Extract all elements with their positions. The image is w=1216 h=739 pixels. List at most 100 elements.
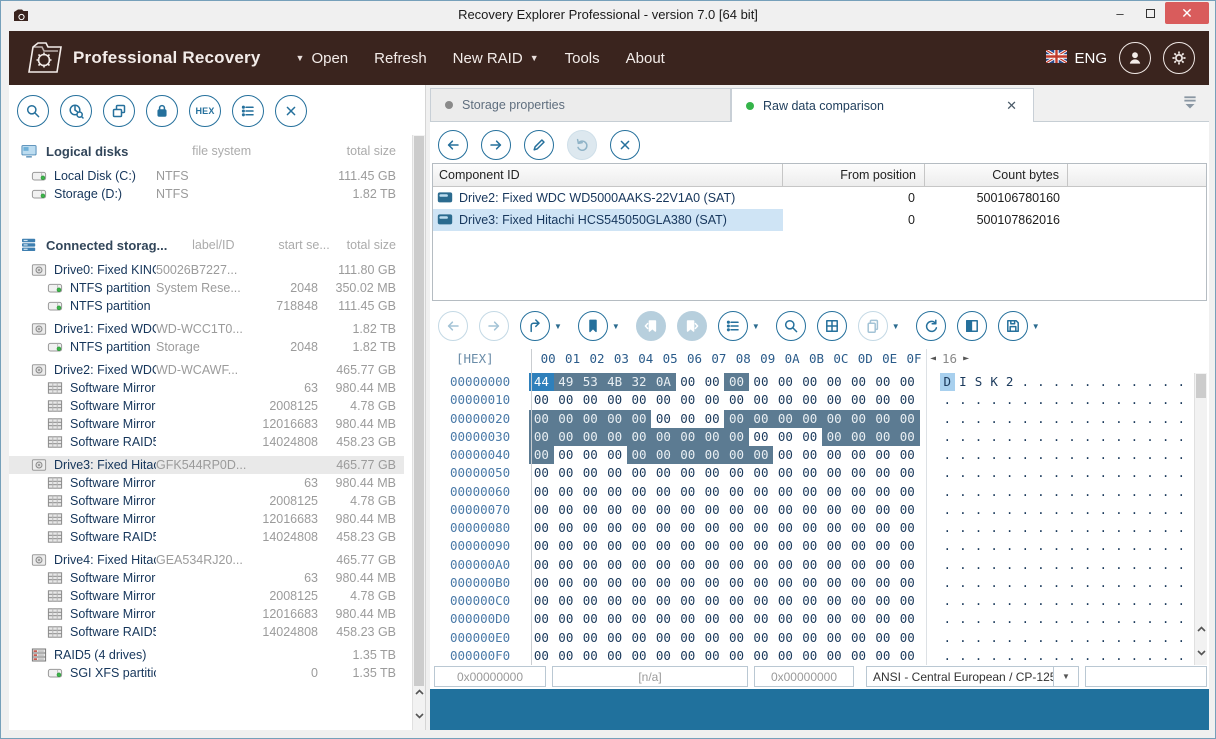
hex-byte[interactable]: 00: [529, 391, 553, 409]
hex-search-button[interactable]: [776, 311, 806, 341]
hex-byte[interactable]: 00: [822, 574, 846, 592]
hex-byte[interactable]: 00: [724, 537, 748, 555]
hex-byte[interactable]: 0A: [651, 373, 675, 391]
hex-byte[interactable]: 00: [749, 647, 773, 665]
hex-ascii-text[interactable]: ................: [940, 556, 1190, 574]
hex-byte[interactable]: 00: [627, 410, 651, 428]
comparison-edit-button[interactable]: [524, 130, 554, 160]
hex-byte[interactable]: 00: [554, 647, 578, 665]
hex-byte[interactable]: 00: [529, 501, 553, 519]
hex-ascii-text[interactable]: DISK2...........: [940, 373, 1190, 391]
tree-row[interactable]: Software Mirror (E...63980.44 MB: [9, 474, 404, 492]
hex-ascii-text[interactable]: ................: [940, 464, 1190, 482]
tab-list-icon[interactable]: [1181, 95, 1199, 111]
hex-view-options-button[interactable]: [718, 311, 748, 341]
hex-byte[interactable]: 00: [554, 464, 578, 482]
hex-byte[interactable]: 00: [602, 519, 626, 537]
hex-byte[interactable]: 00: [529, 428, 553, 446]
hex-byte[interactable]: 00: [846, 629, 870, 647]
column-header-component-id[interactable]: Component ID: [433, 164, 783, 186]
hex-byte[interactable]: 00: [749, 610, 773, 628]
pager-prev-icon[interactable]: ◄: [930, 353, 936, 364]
hex-byte[interactable]: 00: [871, 610, 895, 628]
hex-byte[interactable]: 00: [627, 446, 651, 464]
scrollbar-thumb[interactable]: [414, 136, 424, 686]
sidebar-lock-button[interactable]: [146, 95, 178, 127]
hex-bookmark-dropdown-caret-icon[interactable]: ▼: [608, 322, 625, 331]
hex-byte[interactable]: 00: [627, 556, 651, 574]
scroll-up-icon[interactable]: [413, 684, 425, 700]
hex-byte[interactable]: 00: [700, 610, 724, 628]
hex-byte[interactable]: 00: [798, 629, 822, 647]
hex-byte[interactable]: 00: [895, 574, 919, 592]
comparison-back-button[interactable]: [438, 130, 468, 160]
hex-byte[interactable]: 00: [651, 410, 675, 428]
hex-ascii-text[interactable]: ................: [940, 537, 1190, 555]
hex-byte[interactable]: 00: [602, 647, 626, 665]
hex-byte[interactable]: 00: [602, 556, 626, 574]
hex-byte[interactable]: 00: [578, 483, 602, 501]
hex-byte[interactable]: 00: [676, 556, 700, 574]
hex-byte[interactable]: 00: [602, 592, 626, 610]
hex-byte[interactable]: 00: [724, 629, 748, 647]
hex-byte[interactable]: 00: [651, 519, 675, 537]
hex-byte[interactable]: 32: [627, 373, 651, 391]
hex-byte[interactable]: 00: [651, 574, 675, 592]
hex-bookmark-button[interactable]: [578, 311, 608, 341]
hex-byte[interactable]: 00: [554, 537, 578, 555]
hex-byte[interactable]: 00: [773, 629, 797, 647]
hex-byte[interactable]: 00: [798, 556, 822, 574]
hex-copy-dropdown-caret-icon[interactable]: ▼: [888, 322, 905, 331]
hex-byte[interactable]: 00: [871, 428, 895, 446]
hex-byte[interactable]: 00: [749, 373, 773, 391]
hex-byte[interactable]: 00: [822, 483, 846, 501]
hex-byte[interactable]: 00: [895, 501, 919, 519]
hex-byte[interactable]: 00: [822, 629, 846, 647]
hex-byte[interactable]: 00: [578, 537, 602, 555]
hex-byte[interactable]: 00: [798, 373, 822, 391]
hex-byte[interactable]: 00: [822, 556, 846, 574]
settings-button[interactable]: [1163, 42, 1195, 74]
component-row[interactable]: Drive2: Fixed WDC WD5000AAKS-22V1A0 (SAT…: [433, 187, 1206, 209]
hex-goto-button[interactable]: [520, 311, 550, 341]
hex-byte[interactable]: 00: [871, 647, 895, 665]
hex-byte[interactable]: 00: [651, 428, 675, 446]
hex-byte[interactable]: 00: [627, 483, 651, 501]
hex-byte[interactable]: 00: [749, 519, 773, 537]
hex-ascii-text[interactable]: ................: [940, 574, 1190, 592]
hex-byte[interactable]: 00: [676, 647, 700, 665]
sidebar-close-button[interactable]: [275, 95, 307, 127]
hex-byte[interactable]: 00: [529, 629, 553, 647]
tab-close-icon[interactable]: ✕: [1004, 98, 1019, 114]
hex-byte[interactable]: 53: [578, 373, 602, 391]
hex-byte[interactable]: 00: [798, 537, 822, 555]
tree-row[interactable]: Local Disk (C:)NTFS111.45 GB: [9, 167, 404, 185]
hex-byte[interactable]: 00: [554, 592, 578, 610]
scroll-down-icon[interactable]: [413, 708, 425, 724]
hex-byte[interactable]: 00: [700, 410, 724, 428]
hex-byte[interactable]: 00: [578, 647, 602, 665]
hex-byte[interactable]: 00: [773, 428, 797, 446]
hex-byte[interactable]: 00: [822, 410, 846, 428]
hex-byte[interactable]: 00: [895, 629, 919, 647]
hex-byte[interactable]: 00: [895, 647, 919, 665]
menu-item-open[interactable]: ▼Open: [283, 42, 362, 75]
hex-byte[interactable]: 00: [627, 647, 651, 665]
hex-byte[interactable]: 00: [700, 592, 724, 610]
hex-save-button[interactable]: [998, 311, 1028, 341]
hex-byte[interactable]: 00: [724, 592, 748, 610]
hex-byte[interactable]: 00: [676, 610, 700, 628]
hex-byte[interactable]: 00: [822, 428, 846, 446]
hex-copy-button[interactable]: [858, 311, 888, 341]
hex-byte[interactable]: 00: [846, 501, 870, 519]
tree-row[interactable]: Software RAID5 p...14024808458.23 GB: [9, 623, 404, 641]
hex-byte[interactable]: 00: [651, 647, 675, 665]
hex-byte[interactable]: 00: [651, 483, 675, 501]
hex-byte[interactable]: 00: [554, 446, 578, 464]
hex-byte[interactable]: 00: [529, 519, 553, 537]
hex-byte[interactable]: 00: [578, 556, 602, 574]
hex-byte[interactable]: 00: [529, 647, 553, 665]
hex-byte[interactable]: 00: [578, 592, 602, 610]
hex-byte[interactable]: 49: [554, 373, 578, 391]
hex-byte[interactable]: 00: [749, 483, 773, 501]
